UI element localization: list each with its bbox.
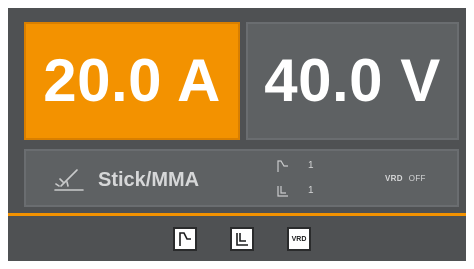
arc-force-button[interactable] <box>230 227 254 251</box>
stick-electrode-icon <box>54 169 84 191</box>
arc-force-value: 1 <box>308 185 314 196</box>
welder-display: 20.0 A 40.0 V Stick/MMA 1 1 VRD OFF VRD <box>8 8 466 261</box>
hot-start-value: 1 <box>308 160 314 171</box>
hot-start-button[interactable] <box>173 227 197 251</box>
vrd-icon: VRD <box>291 235 307 243</box>
hot-start-icon <box>277 160 288 172</box>
vrd-status-label: VRD <box>385 174 403 183</box>
current-value: 20.0 A <box>43 47 221 114</box>
voltage-display: 40.0 V <box>246 22 459 140</box>
arc-force-icon <box>236 233 248 246</box>
voltage-value: 40.0 V <box>264 47 441 114</box>
arc-force-icon <box>277 186 288 197</box>
hot-start-icon <box>179 232 191 246</box>
vrd-status-state: OFF <box>408 174 426 183</box>
vrd-status: VRD OFF <box>385 174 426 183</box>
accent-divider <box>8 213 466 216</box>
mode-panel: Stick/MMA 1 1 VRD OFF <box>24 149 459 207</box>
vrd-button[interactable]: VRD <box>287 227 311 251</box>
mode-label: Stick/MMA <box>98 169 200 191</box>
current-display: 20.0 A <box>24 22 240 140</box>
